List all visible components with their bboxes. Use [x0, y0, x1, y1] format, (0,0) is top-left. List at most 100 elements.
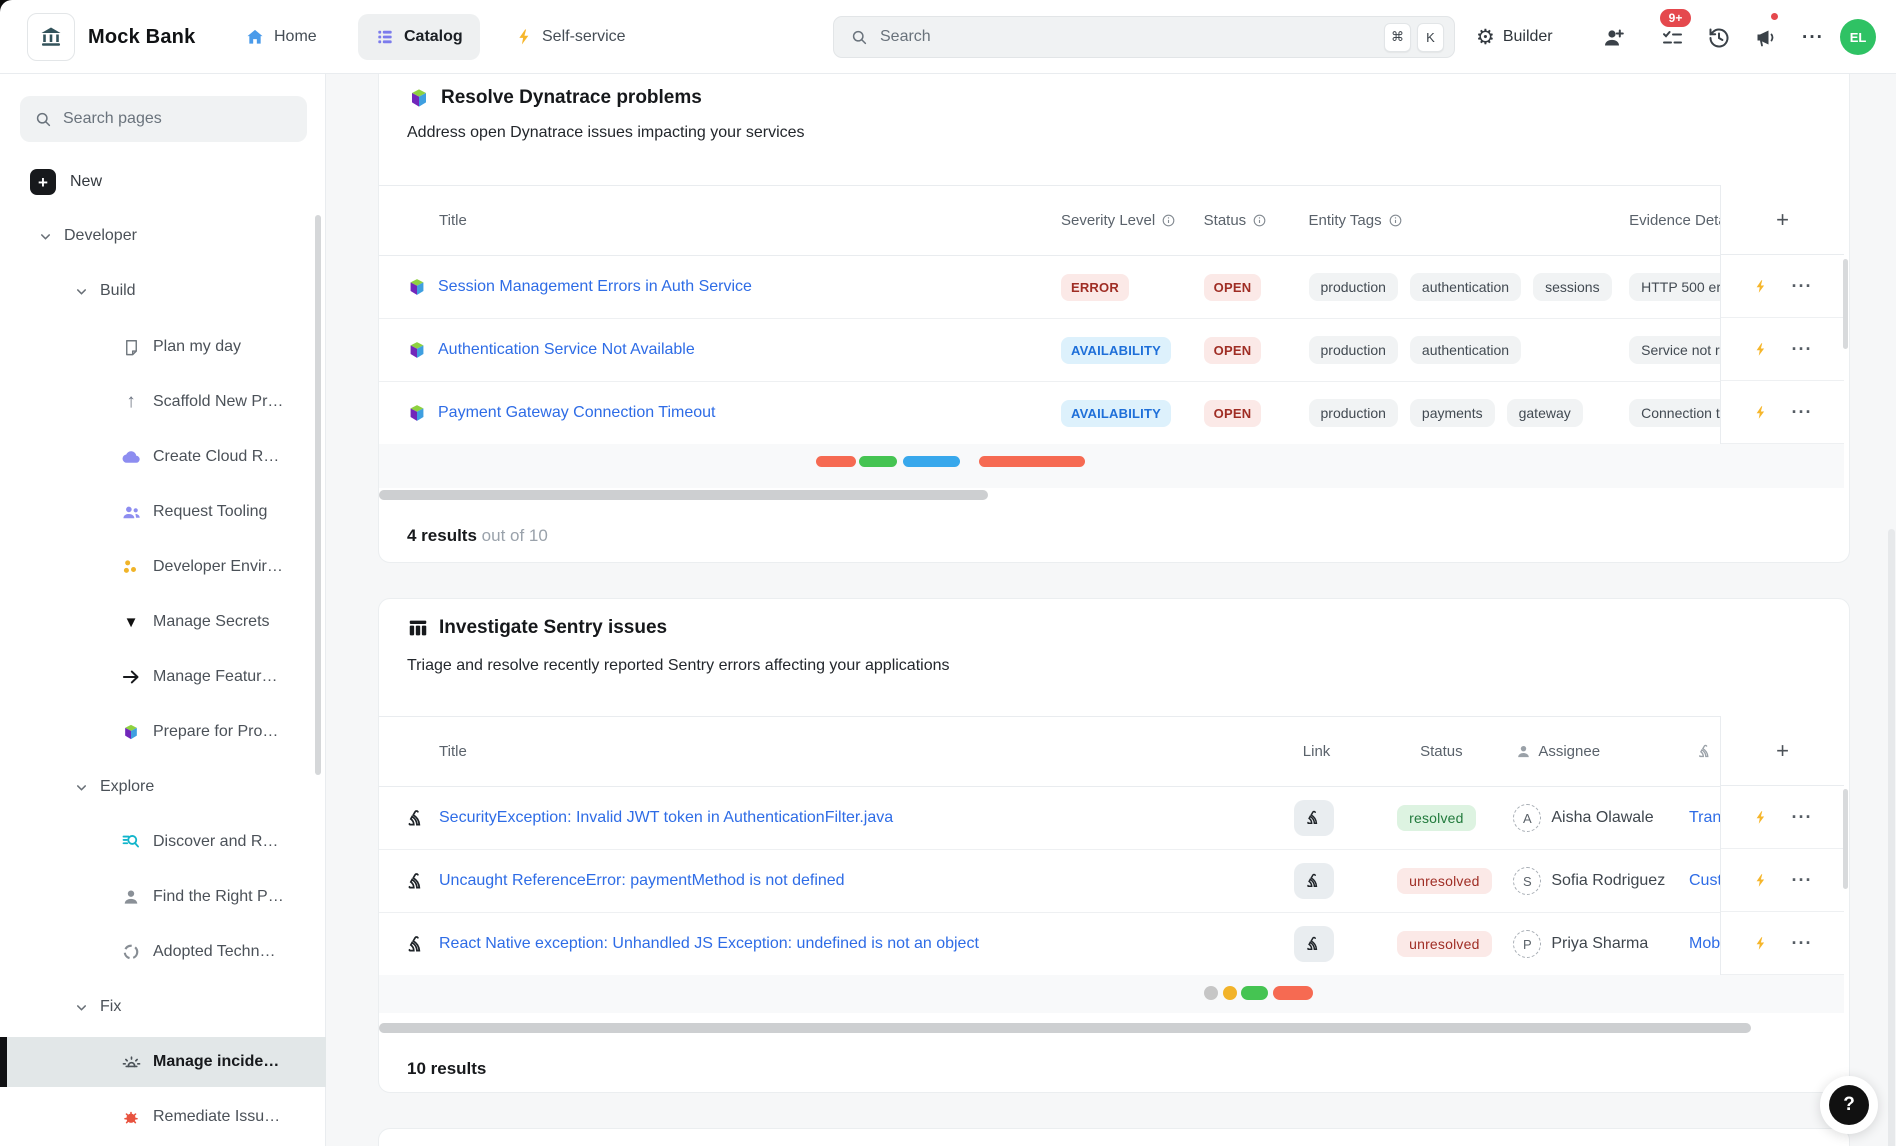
issue-title-link[interactable]: Uncaught ReferenceError: paymentMethod i…: [439, 872, 845, 890]
sidebar-item-developer-environments[interactable]: Developer Envir…: [120, 550, 283, 584]
sidebar-item-request-tooling[interactable]: Request Tooling: [120, 495, 267, 529]
tab-home[interactable]: Home: [228, 14, 334, 60]
table-horizontal-scrollbar[interactable]: [379, 1023, 1751, 1033]
sidebar-item-remediate-issues[interactable]: Remediate Issu…: [120, 1100, 280, 1134]
status-badge: unresolved: [1397, 868, 1492, 894]
row-menu-icon[interactable]: ···: [1792, 933, 1813, 954]
sidebar-item-manage-incidents[interactable]: Manage incide…: [120, 1045, 279, 1079]
problem-title-link[interactable]: Payment Gateway Connection Timeout: [438, 404, 715, 422]
sidebar-search-input[interactable]: [63, 110, 293, 128]
sidebar-item-plan-my-day[interactable]: Plan my day: [120, 330, 241, 364]
info-icon[interactable]: [1161, 213, 1176, 228]
entity-tag: authentication: [1410, 273, 1521, 301]
run-action-bolt-icon[interactable]: [1753, 871, 1768, 890]
table-row[interactable]: Authentication Service Not Available AVA…: [379, 319, 1844, 382]
preview-pill: [903, 456, 960, 467]
megaphone-icon: [1754, 26, 1778, 50]
col-title[interactable]: Title: [439, 212, 467, 229]
sidebar-item-manage-secrets[interactable]: ▼ Manage Secrets: [120, 605, 270, 639]
clipped-row-preview: [379, 444, 1844, 488]
plus-icon: +: [30, 169, 56, 195]
col-assignee[interactable]: Assignee: [1538, 743, 1600, 760]
sidebar-scrollbar[interactable]: [315, 215, 321, 775]
issue-title-link[interactable]: React Native exception: Unhandled JS Exc…: [439, 935, 979, 953]
clipped-row-preview: [379, 975, 1844, 1013]
run-action-bolt-icon[interactable]: [1753, 403, 1768, 422]
col-severity[interactable]: Severity Level: [1061, 212, 1155, 229]
add-column-button[interactable]: +: [1721, 716, 1844, 786]
page-scrollbar[interactable]: [1888, 529, 1895, 1146]
search-input[interactable]: [880, 28, 1378, 46]
col-link[interactable]: Link: [1303, 743, 1331, 760]
builder-button[interactable]: ⚙ Builder: [1476, 14, 1553, 60]
preview-pill: [979, 456, 1085, 467]
sidebar-item-label: Developer Envir…: [153, 558, 283, 576]
table-row[interactable]: Uncaught ReferenceError: paymentMethod i…: [379, 850, 1844, 913]
row-menu-icon[interactable]: ···: [1792, 807, 1813, 828]
siren-icon: [120, 1051, 142, 1073]
table-vertical-scrollbar[interactable]: [1843, 259, 1848, 349]
col-entity-tags[interactable]: Entity Tags: [1309, 212, 1382, 229]
invite-user-button[interactable]: [1601, 25, 1627, 51]
row-menu-icon[interactable]: ···: [1792, 870, 1813, 891]
brand-logo[interactable]: [27, 13, 75, 61]
sentry-widget-card: Investigate Sentry issues Triage and res…: [378, 598, 1850, 1093]
sidebar-group-fix[interactable]: Fix: [74, 990, 121, 1024]
add-column-button[interactable]: +: [1721, 185, 1844, 255]
info-icon[interactable]: [1252, 213, 1267, 228]
row-menu-icon[interactable]: ···: [1792, 276, 1813, 297]
sentry-link-button[interactable]: [1294, 863, 1334, 899]
sentry-link-button[interactable]: [1294, 800, 1334, 836]
row-menu-icon[interactable]: ···: [1792, 402, 1813, 423]
row-menu-icon[interactable]: ···: [1792, 339, 1813, 360]
table-row[interactable]: React Native exception: Unhandled JS Exc…: [379, 913, 1844, 976]
col-status[interactable]: Status: [1420, 743, 1463, 760]
status-badge: unresolved: [1397, 931, 1492, 957]
table-row[interactable]: Payment Gateway Connection Timeout AVAIL…: [379, 382, 1844, 445]
sidebar-item-discover-and-research[interactable]: Discover and R…: [120, 825, 278, 859]
sidebar-item-manage-features[interactable]: Manage Featur…: [120, 660, 278, 694]
sidebar-item-label: Manage incide…: [153, 1053, 279, 1071]
table-horizontal-scrollbar[interactable]: [379, 490, 988, 500]
tab-self-service[interactable]: Self-service: [498, 14, 643, 60]
user-avatar[interactable]: EL: [1840, 19, 1876, 55]
table-header: Title Severity Level Status Entity Tags: [379, 186, 1844, 256]
sidebar-item-label: Remediate Issu…: [153, 1108, 280, 1126]
sidebar-item-find-the-right-person[interactable]: Find the Right P…: [120, 880, 284, 914]
sidebar-search[interactable]: [20, 96, 307, 142]
sentry-icon: [406, 808, 427, 829]
sidebar-new-button[interactable]: + New: [30, 164, 102, 200]
run-action-bolt-icon[interactable]: [1753, 277, 1768, 296]
col-title[interactable]: Title: [439, 743, 467, 760]
global-search[interactable]: ⌘ K: [833, 16, 1455, 58]
results-number: 10 results: [407, 1059, 486, 1078]
run-action-bolt-icon[interactable]: [1753, 340, 1768, 359]
table-vertical-scrollbar[interactable]: [1843, 789, 1848, 889]
sidebar-item-create-cloud-resource[interactable]: Create Cloud R…: [120, 440, 279, 474]
run-action-bolt-icon[interactable]: [1753, 808, 1768, 827]
sidebar-group-build[interactable]: Build: [74, 274, 136, 308]
problem-title-link[interactable]: Session Management Errors in Auth Servic…: [438, 278, 752, 296]
sidebar-group-developer[interactable]: Developer: [38, 219, 137, 253]
more-menu-button[interactable]: ···: [1800, 25, 1826, 51]
sidebar-item-prepare-for-production[interactable]: Prepare for Pro…: [120, 715, 278, 749]
widget-title: Resolve Dynatrace problems: [441, 87, 702, 109]
sidebar-item-adopted-technologies[interactable]: Adopted Techn…: [120, 935, 275, 969]
sidebar-item-scaffold-new-project[interactable]: ↑ Scaffold New Pr…: [120, 385, 283, 419]
preview-pill: [1241, 986, 1268, 1000]
info-icon[interactable]: [1388, 213, 1403, 228]
announcements-button[interactable]: [1753, 25, 1779, 51]
sentry-link-button[interactable]: [1294, 926, 1334, 962]
run-action-bolt-icon[interactable]: [1753, 934, 1768, 953]
col-status[interactable]: Status: [1204, 212, 1247, 229]
table-header: Title Link Status Assignee Sentry Projec…: [379, 717, 1844, 787]
table-row[interactable]: SecurityException: Invalid JWT token in …: [379, 787, 1844, 850]
issue-title-link[interactable]: SecurityException: Invalid JWT token in …: [439, 809, 893, 827]
problem-title-link[interactable]: Authentication Service Not Available: [438, 341, 695, 359]
history-button[interactable]: [1706, 25, 1732, 51]
sidebar-group-explore[interactable]: Explore: [74, 770, 154, 804]
table-row[interactable]: Session Management Errors in Auth Servic…: [379, 256, 1844, 319]
help-button[interactable]: ?: [1820, 1076, 1878, 1134]
brand-name: Mock Bank: [88, 0, 195, 74]
tab-catalog[interactable]: Catalog: [358, 14, 480, 60]
